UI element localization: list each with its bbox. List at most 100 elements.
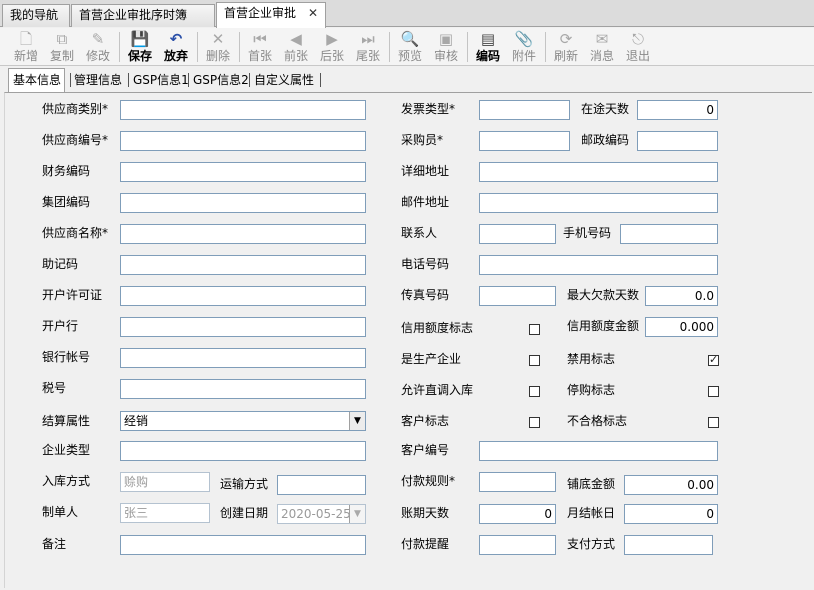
tab-gsp-info-1[interactable]: GSP信息1 — [131, 70, 191, 92]
tax-no-input[interactable] — [120, 379, 366, 399]
next-button[interactable]: ▶ 后张 — [314, 28, 350, 65]
is-manufacturer-label: 是生产企业 — [401, 352, 462, 366]
exit-icon: ⎋ — [632, 30, 644, 48]
payment-rule-input[interactable] — [479, 472, 556, 492]
bank-account-input[interactable] — [120, 348, 366, 368]
delete-button[interactable]: ✕ 删除 — [200, 28, 236, 65]
close-icon[interactable]: ✕ — [308, 3, 318, 24]
copy-button[interactable]: ⧉ 复制 — [44, 28, 80, 65]
stop-purchase-checkbox[interactable] — [708, 386, 719, 397]
group-code-label: 集团编码 — [42, 195, 91, 209]
last-button[interactable]: ⏭ 尾张 — [350, 28, 386, 65]
message-button[interactable]: ✉ 消息 — [584, 28, 620, 65]
tab-divider — [70, 73, 71, 87]
bank-input[interactable] — [120, 317, 366, 337]
address-label: 详细地址 — [401, 164, 450, 178]
is-manufacturer-checkbox[interactable] — [529, 355, 540, 366]
direct-stock-in-checkbox[interactable] — [529, 386, 540, 397]
group-code-input[interactable] — [120, 193, 366, 213]
stock-in-method-label: 入库方式 — [42, 474, 91, 488]
payment-reminder-input[interactable] — [479, 535, 556, 555]
transport-input[interactable] — [277, 475, 366, 495]
supplier-code-input[interactable] — [120, 131, 366, 151]
chevron-down-icon[interactable]: ▼ — [349, 505, 365, 523]
account-days-input[interactable]: 0 — [479, 504, 556, 524]
tax-no-label: 税号 — [42, 381, 67, 395]
tab-my-navigation[interactable]: 我的导航 — [2, 4, 70, 27]
invoice-type-label: 发票类型* — [401, 102, 456, 116]
new-button[interactable]: 🗋 新增 — [8, 28, 44, 65]
tab-label: GSP信息1 — [133, 73, 189, 87]
code-button[interactable]: ▤ 编码 — [470, 28, 506, 65]
remark-input[interactable] — [120, 535, 366, 555]
tab-approval-journal[interactable]: 首营企业审批序时簿 — [71, 4, 215, 27]
save-button[interactable]: 💾 保存 — [122, 28, 158, 65]
tab-label: 首营企业审批 — [224, 6, 297, 20]
payment-method-input[interactable] — [624, 535, 713, 555]
toolbar-divider — [119, 32, 120, 62]
tab-label: 我的导航 — [10, 8, 59, 22]
attachment-button[interactable]: 📎 附件 — [506, 28, 542, 65]
edit-button[interactable]: ✎ 修改 — [80, 28, 116, 65]
mail-address-label: 邮件地址 — [401, 195, 450, 209]
preview-button[interactable]: 🔍 预览 — [392, 28, 428, 65]
credit-amount-input[interactable]: 0.000 — [645, 317, 718, 337]
enterprise-type-input[interactable] — [120, 441, 366, 461]
tab-custom-attributes[interactable]: 自定义属性 — [252, 70, 316, 92]
license-input[interactable] — [120, 286, 366, 306]
phone-input[interactable] — [479, 255, 718, 275]
supplier-name-input[interactable] — [120, 224, 366, 244]
copy-icon: ⧉ — [56, 30, 68, 48]
credit-flag-checkbox[interactable] — [529, 324, 540, 335]
previous-record-icon: ◀ — [290, 30, 302, 48]
fax-label: 传真号码 — [401, 288, 450, 302]
disabled-flag-label: 禁用标志 — [567, 352, 616, 366]
invoice-type-input[interactable] — [479, 100, 570, 120]
previous-button[interactable]: ◀ 前张 — [278, 28, 314, 65]
address-input[interactable] — [479, 162, 718, 182]
payment-method-label: 支付方式 — [567, 537, 616, 551]
transit-days-input[interactable]: 0 — [637, 100, 718, 120]
settlement-select[interactable]: 经销 ▼ — [120, 411, 366, 431]
last-record-icon: ⏭ — [361, 30, 375, 48]
tab-label: 管理信息 — [74, 73, 123, 87]
postal-code-input[interactable] — [637, 131, 718, 151]
transport-label: 运输方式 — [220, 477, 269, 491]
customer-flag-checkbox[interactable] — [529, 417, 540, 428]
monthly-day-input[interactable]: 0 — [624, 504, 718, 524]
disabled-flag-checkbox[interactable] — [708, 353, 719, 366]
tab-management-info[interactable]: 管理信息 — [72, 70, 124, 92]
code-icon: ▤ — [480, 30, 496, 48]
audit-button[interactable]: ▣ 审核 — [428, 28, 464, 65]
mobile-input[interactable] — [620, 224, 718, 244]
settlement-value: 经销 — [124, 414, 149, 428]
mail-address-input[interactable] — [479, 193, 718, 213]
create-date-picker[interactable]: 2020-05-25 ▼ — [277, 504, 366, 524]
tab-divider — [320, 73, 321, 87]
refresh-button[interactable]: ⟳ 刷新 — [548, 28, 584, 65]
create-date-label: 创建日期 — [220, 506, 269, 520]
buyer-input[interactable] — [479, 131, 570, 151]
customer-code-input[interactable] — [479, 441, 718, 461]
tab-basic-info[interactable]: 基本信息 — [8, 68, 66, 92]
contact-input[interactable] — [479, 224, 556, 244]
first-button[interactable]: ⏮ 首张 — [242, 28, 278, 65]
fax-input[interactable] — [479, 286, 556, 306]
base-amount-input[interactable]: 0.00 — [624, 475, 718, 495]
tab-gsp-info-2[interactable]: GSP信息2 — [191, 70, 251, 92]
mnemonic-input[interactable] — [120, 255, 366, 275]
max-overdue-days-input[interactable]: 0.0 — [645, 286, 718, 306]
chevron-down-icon[interactable]: ▼ — [349, 412, 365, 430]
finance-code-input[interactable] — [120, 162, 366, 182]
license-label: 开户许可证 — [42, 288, 103, 302]
unqualified-flag-checkbox[interactable] — [708, 417, 719, 428]
exit-button[interactable]: ⎋ 退出 — [620, 28, 656, 65]
discard-button[interactable]: ↶ 放弃 — [158, 28, 194, 65]
creator-input[interactable]: 张三 — [120, 503, 210, 523]
unqualified-flag-label: 不合格标志 — [567, 414, 628, 428]
toolbar-divider — [239, 32, 240, 62]
tab-enterprise-approval[interactable]: 首营企业审批 ✕ — [216, 2, 326, 28]
payment-reminder-label: 付款提醒 — [401, 537, 450, 551]
stock-in-method-input[interactable]: 赊购 — [120, 472, 210, 492]
supplier-type-input[interactable] — [120, 100, 366, 120]
